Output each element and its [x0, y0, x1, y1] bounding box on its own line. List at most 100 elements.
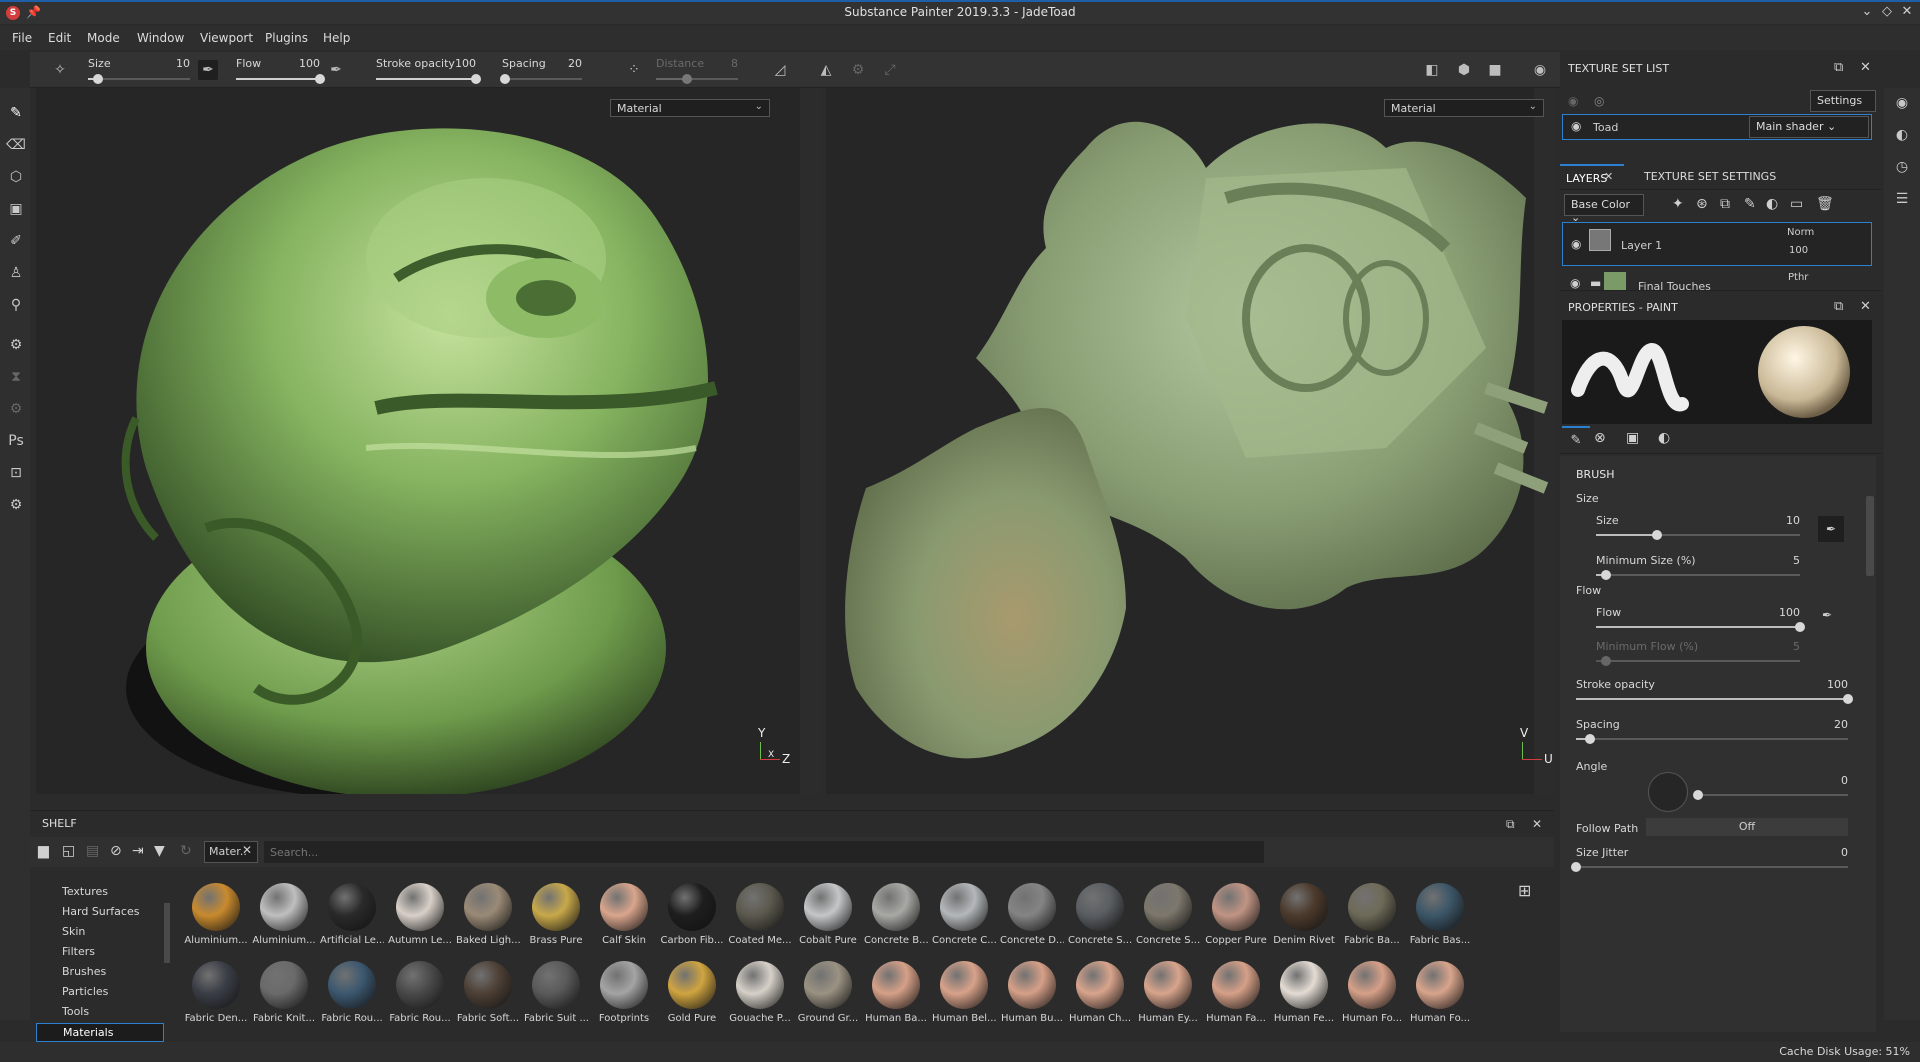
scrollbar[interactable] — [164, 903, 170, 963]
menu-help[interactable]: Help — [323, 31, 350, 45]
eye-icon[interactable]: ◉ — [1571, 119, 1581, 133]
slider-knob[interactable] — [1843, 694, 1853, 704]
viewport-2d-uv[interactable]: Material ⌄ V U — [826, 88, 1556, 794]
close-icon[interactable]: ✕ — [1532, 817, 1542, 831]
shelf-category-skin[interactable]: Skin — [62, 925, 85, 938]
menu-viewport[interactable]: Viewport — [200, 31, 253, 45]
material-item[interactable]: Human Fo... — [1340, 957, 1404, 1029]
restore-icon[interactable]: ◇ — [1876, 4, 1898, 19]
hide-icon[interactable]: ⊘ — [110, 843, 122, 859]
photoshop-icon[interactable]: Ps — [5, 430, 27, 452]
material-item[interactable]: Fabric Rou... — [320, 957, 384, 1029]
material-item[interactable]: Human Ch... — [1068, 957, 1132, 1029]
shader-select[interactable]: Main shader ⌄ — [1749, 116, 1869, 138]
slider-knob[interactable] — [1571, 862, 1581, 872]
render-icon[interactable]: ⚙ — [5, 398, 27, 420]
toolbar-spacing-slider[interactable]: Spacing 20 — [500, 54, 582, 86]
material-item[interactable]: Aluminium... — [184, 879, 248, 951]
remove-filter-icon[interactable]: ✕ — [242, 843, 252, 857]
viewport-3d-mode-select[interactable]: Material ⌄ — [610, 99, 770, 117]
camera-icon[interactable]: ■ — [1485, 60, 1505, 80]
follow-path-toggle[interactable]: Off — [1646, 818, 1848, 836]
texture-set-list-icon[interactable]: ◉ — [1891, 92, 1913, 114]
toolbar-distance-slider[interactable]: Distance 8 — [656, 54, 738, 86]
undock-icon[interactable]: ⧉ — [1834, 299, 1843, 314]
min-flow-slider[interactable]: Minimum Flow (%) 5 — [1596, 640, 1800, 668]
material-item[interactable]: Concrete S... — [1068, 879, 1132, 951]
toolbar-flow-slider[interactable]: Flow 100 — [236, 54, 325, 86]
slider-knob[interactable] — [1601, 570, 1612, 580]
menu-mode[interactable]: Mode — [87, 31, 120, 45]
add-folder-icon[interactable]: ▭ — [1790, 196, 1803, 212]
material-item[interactable]: Fabric Rou... — [388, 957, 452, 1029]
material-item[interactable]: Footprints — [592, 957, 656, 1029]
material-item[interactable]: Aluminium... — [252, 879, 316, 951]
material-item[interactable]: Fabric Suit ... — [524, 957, 588, 1029]
material-item[interactable]: Human Ey... — [1136, 957, 1200, 1029]
material-item[interactable]: Carbon Fib... — [660, 879, 724, 951]
bake-icon[interactable]: ⚙ — [5, 334, 27, 356]
add-smart-material-icon[interactable]: ◐ — [1766, 196, 1778, 212]
shelf-category-materials[interactable]: Materials — [36, 1023, 164, 1042]
shelf-category-brushes[interactable]: Brushes — [62, 965, 106, 978]
shelf-category-textures[interactable]: Textures — [62, 885, 108, 898]
symmetry-gizmo-icon[interactable]: ⤢ — [880, 60, 900, 80]
symmetry-icon[interactable]: ◭ — [816, 60, 836, 80]
layer-row-layer-1[interactable]: ◉ Layer 1 Norm 100 — [1562, 222, 1872, 266]
slider-knob[interactable] — [93, 74, 104, 84]
layer-row-final-touches[interactable]: ◉ ▬ Final Touches Pthr — [1562, 268, 1872, 292]
material-item[interactable]: Fabric Soft... — [456, 957, 520, 1029]
material-item[interactable]: Copper Pure — [1204, 879, 1268, 951]
menu-plugins[interactable]: Plugins — [265, 31, 308, 45]
mask-icon[interactable]: ⊛ — [1696, 196, 1708, 212]
pen-pressure-size-icon[interactable]: ✒ — [1818, 516, 1844, 542]
material-item[interactable]: Autumn Le... — [388, 879, 452, 951]
material-item[interactable]: Fabric Knit... — [252, 957, 316, 1029]
history-icon[interactable]: ◷ — [1891, 156, 1913, 178]
shelf-category-particles[interactable]: Particles — [62, 985, 108, 998]
material-item[interactable]: Gold Pure — [660, 957, 724, 1029]
refresh-icon[interactable]: ↻ — [180, 843, 192, 859]
material-tab-icon[interactable]: ◐ — [1658, 430, 1670, 446]
size-jitter-slider[interactable]: Size Jitter 0 — [1571, 846, 1848, 874]
alpha-tab-icon[interactable]: ⊗ — [1594, 430, 1606, 446]
undock-icon[interactable]: ⧉ — [1834, 60, 1843, 75]
slider-knob[interactable] — [315, 74, 325, 84]
color-picker-icon[interactable]: ⚲ — [5, 294, 27, 316]
slider-knob[interactable] — [682, 74, 693, 84]
shelf-category-filters[interactable]: Filters — [62, 945, 95, 958]
menu-file[interactable]: File — [12, 31, 32, 45]
pen-pressure-flow-icon[interactable]: ✒ — [326, 60, 346, 80]
new-folder-icon[interactable]: ◱ — [62, 843, 75, 859]
material-item[interactable]: Coated Me... — [728, 879, 792, 951]
import-icon[interactable]: ⇥ — [132, 843, 144, 859]
shelf-category-tools[interactable]: Tools — [62, 1005, 89, 1018]
blend-mode-select[interactable]: Pthr — [1788, 272, 1808, 283]
projection-icon[interactable]: ⬡ — [5, 166, 27, 188]
eye-icon[interactable]: ◉ — [1570, 276, 1580, 290]
eye-icon[interactable]: ◎ — [1594, 94, 1604, 108]
min-size-slider[interactable]: Minimum Size (%) 5 — [1596, 554, 1800, 582]
slider-knob[interactable] — [500, 74, 511, 84]
menu-window[interactable]: Window — [137, 31, 184, 45]
tab-layers[interactable]: LAYERS — [1560, 164, 1624, 190]
effects-icon[interactable]: ✦ — [1672, 196, 1684, 212]
material-item[interactable]: Human Fo... — [1408, 957, 1472, 1029]
material-item[interactable]: Calf Skin — [592, 879, 656, 951]
menu-edit[interactable]: Edit — [48, 31, 71, 45]
angle-dial[interactable] — [1648, 772, 1688, 812]
lazy-mouse-toggle-icon[interactable]: ⁘ — [624, 60, 644, 80]
material-item[interactable]: Cobalt Pure — [796, 879, 860, 951]
stencil-tab-icon[interactable]: ▣ — [1626, 430, 1639, 446]
lazy-mouse-icon[interactable]: ✧ — [50, 60, 70, 80]
undock-icon[interactable]: ⧉ — [1506, 817, 1515, 832]
texture-set-row[interactable]: ◉ Toad Main shader ⌄ — [1562, 114, 1872, 140]
eye-icon[interactable]: ◉ — [1568, 94, 1578, 108]
material-item[interactable]: Concrete C... — [932, 879, 996, 951]
material-item[interactable]: Concrete D... — [1000, 879, 1064, 951]
slider-knob[interactable] — [471, 74, 481, 84]
pen-pressure-size-icon[interactable]: ✒ — [198, 60, 218, 80]
close-icon[interactable]: ✕ — [1604, 170, 1613, 183]
material-item[interactable]: Concrete B... — [864, 879, 928, 951]
material-item[interactable]: Human Bel... — [932, 957, 996, 1029]
